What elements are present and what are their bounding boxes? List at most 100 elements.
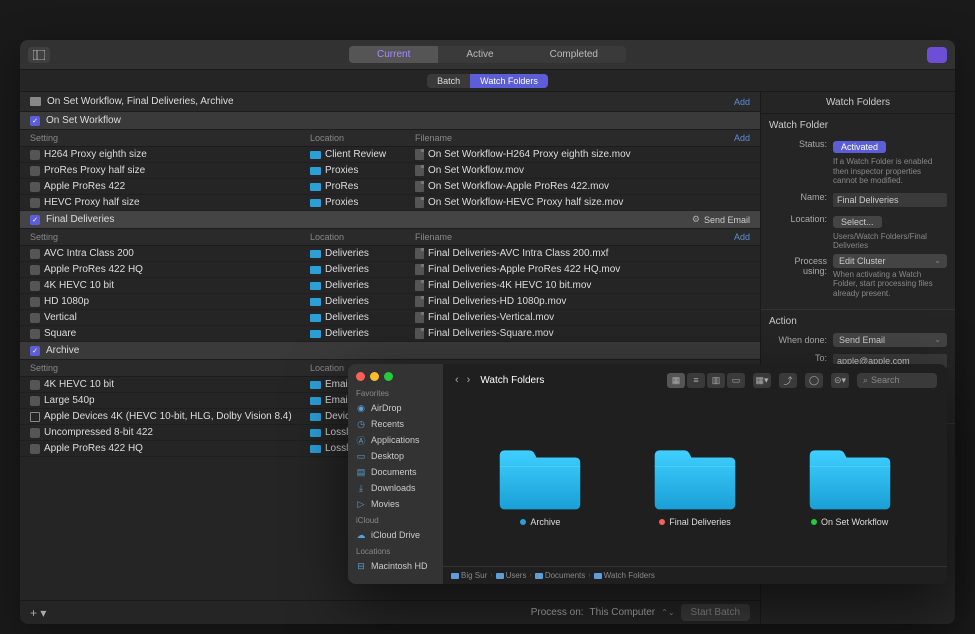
table-row[interactable]: Apple ProRes 422 ProRes On Set Workflow-…	[20, 179, 760, 195]
table-row[interactable]: AVC Intra Class 200 Deliveries Final Del…	[20, 246, 760, 262]
sidebar-item-airdrop[interactable]: ◉AirDrop	[348, 400, 443, 416]
share-button[interactable]: ⤴	[779, 373, 797, 388]
subtab-watch-folders[interactable]: Watch Folders	[470, 74, 548, 88]
folder-item[interactable]: Archive	[495, 445, 585, 527]
sidebar-item-macintosh-hd[interactable]: ⊟Macintosh HD	[348, 558, 443, 574]
tab-current[interactable]: Current	[349, 46, 438, 63]
tab-completed[interactable]: Completed	[522, 46, 626, 63]
when-done-dropdown[interactable]: Send Email⌄	[833, 333, 947, 347]
process-on-label: Process on:	[531, 607, 584, 618]
folder-icon	[310, 282, 321, 290]
filename: Final Deliveries-AVC Intra Class 200.mxf	[428, 248, 608, 259]
close-icon[interactable]	[356, 372, 365, 381]
inspector-toggle[interactable]	[927, 47, 947, 63]
preset-icon	[30, 249, 40, 259]
location-select[interactable]: Select...	[833, 216, 882, 228]
checkbox-icon[interactable]: ✓	[30, 346, 40, 356]
table-row[interactable]: HD 1080p Deliveries Final Deliveries-HD …	[20, 294, 760, 310]
add-link[interactable]: Add	[734, 232, 750, 242]
gallery-view-button[interactable]: ▭	[727, 373, 745, 388]
path-segment[interactable]: Watch Folders	[594, 571, 655, 580]
file-icon	[415, 149, 424, 160]
setting-name: HEVC Proxy half size	[44, 197, 140, 208]
search-input[interactable]: ⌕Search	[857, 373, 937, 388]
path-segment[interactable]: Users	[496, 571, 527, 580]
minimize-icon[interactable]	[370, 372, 379, 381]
section-name: Archive	[46, 345, 750, 356]
sub-tabs: Batch Watch Folders	[20, 70, 955, 92]
table-row[interactable]: ProRes Proxy half size Proxies On Set Wo…	[20, 163, 760, 179]
icon-view-button[interactable]: ▦	[667, 373, 685, 388]
tag-button[interactable]: ◯	[805, 373, 823, 388]
process-on-value[interactable]: This Computer	[590, 607, 656, 618]
table-row[interactable]: Apple ProRes 422 HQ Deliveries Final Del…	[20, 262, 760, 278]
folder-icon	[496, 573, 504, 579]
when-done-label: When done:	[769, 333, 827, 345]
sidebar-item-documents[interactable]: ▤Documents	[348, 464, 443, 480]
preset-icon	[30, 444, 40, 454]
section-bar[interactable]: ✓ Final Deliveries ⚙Send Email	[20, 211, 760, 229]
add-link[interactable]: Add	[734, 133, 750, 143]
sidebar-item-downloads[interactable]: ⤓Downloads	[348, 480, 443, 496]
checkbox-icon[interactable]: ✓	[30, 116, 40, 126]
add-button[interactable]: + ▾	[30, 606, 46, 620]
sidebar-item-applications[interactable]: ⒶApplications	[348, 432, 443, 448]
section-bar[interactable]: ✓ On Set Workflow	[20, 112, 760, 130]
subtab-batch[interactable]: Batch	[427, 74, 470, 88]
folder-icon	[594, 573, 602, 579]
folder-icon	[310, 167, 321, 175]
checkbox-icon[interactable]: ✓	[30, 215, 40, 225]
finder-main: ‹ › Watch Folders ▦ ≡ ▥ ▭ ▦▾ ⤴ ◯ ⊝▾ ⌕Sea…	[443, 364, 947, 584]
status-hint: If a Watch Folder is enabled then inspec…	[833, 157, 947, 186]
process-on-chevron[interactable]: ⌃⌄	[661, 608, 674, 617]
table-row[interactable]: 4K HEVC 10 bit Deliveries Final Deliveri…	[20, 278, 760, 294]
section-bar[interactable]: ✓ Archive	[20, 342, 760, 360]
sidebar-item-icloud-drive[interactable]: ☁iCloud Drive	[348, 527, 443, 543]
table-row[interactable]: HEVC Proxy half size Proxies On Set Work…	[20, 195, 760, 211]
sidebar-item-recents[interactable]: ◷Recents	[348, 416, 443, 432]
folder-icon	[310, 397, 321, 405]
folder-icon	[310, 250, 321, 258]
sidebar-toggle[interactable]	[28, 47, 50, 63]
back-button[interactable]: ‹	[453, 374, 461, 386]
folder-icon	[310, 298, 321, 306]
preset-icon	[30, 182, 40, 192]
path-bar[interactable]: Big Sur›Users›Documents›Watch Folders	[443, 566, 947, 584]
favorites-label: Favorites	[348, 385, 443, 400]
process-using-dropdown[interactable]: Edit Cluster⌄	[833, 254, 947, 268]
sidebar-item-movies[interactable]: ▷Movies	[348, 496, 443, 512]
name-input[interactable]	[833, 193, 947, 207]
folder-icon	[310, 199, 321, 207]
folder-icon	[310, 314, 321, 322]
list-view-button[interactable]: ≡	[687, 373, 705, 388]
setting-name: ProRes Proxy half size	[44, 165, 145, 176]
path-segment[interactable]: Big Sur	[451, 571, 487, 580]
name-label: Name:	[769, 190, 827, 202]
tab-active[interactable]: Active	[438, 46, 521, 63]
folder-item[interactable]: Final Deliveries	[650, 445, 740, 527]
action-button[interactable]: ⊝▾	[831, 373, 849, 388]
col-location: Location	[310, 232, 415, 242]
table-row[interactable]: Square Deliveries Final Deliveries-Squar…	[20, 326, 760, 342]
column-view-button[interactable]: ▥	[707, 373, 725, 388]
start-batch-button[interactable]: Start Batch	[681, 604, 750, 621]
folder-name: On Set Workflow	[821, 517, 888, 527]
path-segment[interactable]: Documents	[535, 571, 585, 580]
setting-name: Apple ProRes 422 HQ	[44, 443, 143, 454]
section-name: Final Deliveries	[46, 214, 692, 225]
maximize-icon[interactable]	[384, 372, 393, 381]
sidebar-item-desktop[interactable]: ▭Desktop	[348, 448, 443, 464]
table-row[interactable]: Vertical Deliveries Final Deliveries-Ver…	[20, 310, 760, 326]
finder-window[interactable]: Favorites ◉AirDrop◷RecentsⒶApplications▭…	[348, 364, 947, 584]
location-name: Deliveries	[325, 280, 369, 291]
col-setting: Setting	[30, 133, 310, 143]
folder-item[interactable]: On Set Workflow	[805, 445, 895, 527]
group-button[interactable]: ▦▾	[753, 373, 771, 388]
forward-button[interactable]: ›	[465, 374, 473, 386]
to-label: To:	[769, 351, 827, 363]
add-link[interactable]: Add	[734, 97, 750, 107]
status-value[interactable]: Activated	[833, 141, 886, 153]
table-row[interactable]: H264 Proxy eighth size Client Review On …	[20, 147, 760, 163]
preset-icon	[30, 265, 40, 275]
file-icon	[415, 296, 424, 307]
